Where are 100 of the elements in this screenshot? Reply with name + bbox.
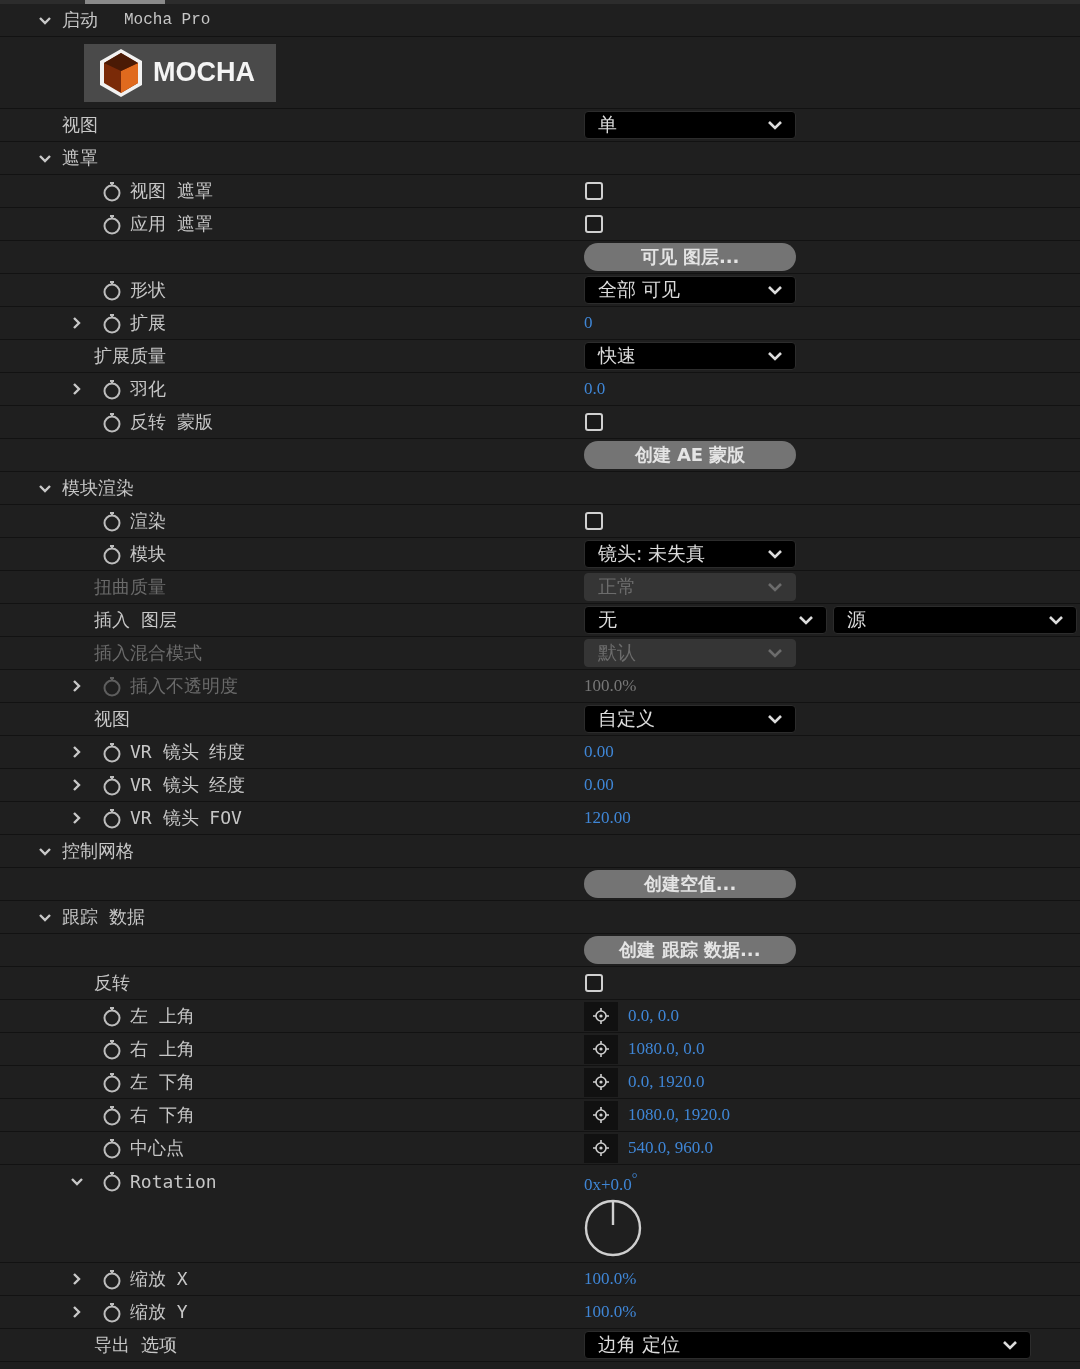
value-text[interactable]: 120.00 <box>584 808 631 828</box>
value-text[interactable]: 0.0, 1920.0 <box>628 1072 705 1092</box>
property-label: 插入 图层 <box>94 608 177 632</box>
crosshair-icon <box>592 1007 610 1025</box>
property-label: 形状 <box>130 278 166 302</box>
crosshair-button[interactable] <box>584 1100 618 1130</box>
stopwatch-icon[interactable] <box>101 807 123 829</box>
value-text[interactable]: 1080.0, 1920.0 <box>628 1105 730 1125</box>
caret-icon <box>767 285 783 295</box>
crosshair-button[interactable] <box>584 1067 618 1097</box>
checkbox[interactable] <box>585 215 603 233</box>
plugin-logo: MOCHA <box>84 43 276 102</box>
stopwatch-icon[interactable] <box>101 213 123 235</box>
action-button[interactable]: 可见 图层... <box>584 243 796 271</box>
stopwatch-icon[interactable] <box>101 312 123 334</box>
value-text: 100.0% <box>584 676 637 696</box>
property-label: 右 下角 <box>130 1103 195 1127</box>
dropdown[interactable]: 镜头: 未失真 <box>584 540 796 568</box>
value-text[interactable]: 1080.0, 0.0 <box>628 1039 705 1059</box>
property-label: 缩放 Y <box>130 1300 188 1324</box>
checkbox[interactable] <box>585 974 603 992</box>
property-label: 扩展 <box>130 311 166 335</box>
property-label: 控制网格 <box>62 839 134 863</box>
property-label: Rotation <box>130 1170 217 1192</box>
caret-icon <box>767 582 783 592</box>
crosshair-icon <box>592 1106 610 1124</box>
property-label: 左 下角 <box>130 1070 195 1094</box>
crosshair-icon <box>592 1139 610 1157</box>
effect-label: 启动 <box>62 8 98 32</box>
angle-dial[interactable] <box>584 1198 642 1257</box>
caret-icon <box>767 648 783 658</box>
property-label: VR 镜头 经度 <box>130 773 246 797</box>
plugin-name: Mocha Pro <box>124 11 211 29</box>
dropdown[interactable]: 边角 定位 <box>584 1331 1031 1359</box>
value-text[interactable]: 0.0, 0.0 <box>628 1006 679 1026</box>
stopwatch-icon[interactable] <box>101 378 123 400</box>
property-label: 羽化 <box>130 377 166 401</box>
property-label: 缩放 X <box>130 1267 188 1291</box>
action-button[interactable]: 创建 AE 蒙版 <box>584 441 796 469</box>
property-label: VR 镜头 纬度 <box>130 740 246 764</box>
stopwatch-icon[interactable] <box>101 1038 123 1060</box>
caret-icon <box>1048 615 1064 625</box>
property-label: 导出 选项 <box>94 1333 177 1357</box>
value-text[interactable]: 0.0 <box>584 379 606 399</box>
property-label: 扩展质量 <box>94 344 166 368</box>
dropdown[interactable]: 快速 <box>584 342 796 370</box>
property-label: 反转 <box>94 971 130 995</box>
property-label: 遮罩 <box>62 146 98 170</box>
dropdown[interactable]: 源 <box>833 606 1077 634</box>
stopwatch-icon[interactable] <box>101 1104 123 1126</box>
property-label: 跟踪 数据 <box>62 905 145 929</box>
value-text[interactable]: 100.0% <box>584 1302 637 1322</box>
crosshair-button[interactable] <box>584 1133 618 1163</box>
stopwatch-icon[interactable] <box>101 774 123 796</box>
stopwatch-icon[interactable] <box>101 1170 123 1192</box>
property-label: 应用 遮罩 <box>130 212 213 236</box>
value-text[interactable]: 100.0% <box>584 1269 637 1289</box>
caret-icon <box>798 615 814 625</box>
stopwatch-icon[interactable] <box>101 543 123 565</box>
value-text[interactable]: 0x+0.0$^{°}$ <box>584 1170 638 1195</box>
property-label: 插入混合模式 <box>94 641 202 665</box>
dropdown[interactable]: 自定义 <box>584 705 796 733</box>
property-label: 渲染 <box>130 509 166 533</box>
stopwatch-icon[interactable] <box>101 411 123 433</box>
crosshair-button[interactable] <box>584 1034 618 1064</box>
property-label: 中心点 <box>130 1136 184 1160</box>
checkbox[interactable] <box>585 182 603 200</box>
property-label: 模块渲染 <box>62 476 134 500</box>
dropdown[interactable]: 全部 可见 <box>584 276 796 304</box>
stopwatch-icon[interactable] <box>101 1268 123 1290</box>
property-label: VR 镜头 FOV <box>130 806 242 830</box>
stopwatch-icon[interactable] <box>101 1137 123 1159</box>
crosshair-button[interactable] <box>584 1001 618 1031</box>
stopwatch-icon[interactable] <box>101 1005 123 1027</box>
caret-icon <box>767 549 783 559</box>
stopwatch-icon[interactable] <box>101 510 123 532</box>
stopwatch-icon[interactable] <box>101 180 123 202</box>
checkbox[interactable] <box>585 512 603 530</box>
action-button[interactable]: 创建 跟踪 数据... <box>584 936 796 964</box>
action-button[interactable]: 创建空值... <box>584 870 796 898</box>
crosshair-icon <box>592 1073 610 1091</box>
property-label: 视图 <box>94 707 130 731</box>
value-text[interactable]: 540.0, 960.0 <box>628 1138 713 1158</box>
dropdown[interactable]: 单 <box>584 111 796 139</box>
caret-icon <box>767 351 783 361</box>
crosshair-icon <box>592 1040 610 1058</box>
stopwatch-icon[interactable] <box>101 1301 123 1323</box>
dropdown[interactable]: 无 <box>584 606 827 634</box>
value-text[interactable]: 0.00 <box>584 775 614 795</box>
property-label: 模块 <box>130 542 166 566</box>
stopwatch-icon[interactable] <box>101 279 123 301</box>
stopwatch-icon[interactable] <box>101 1071 123 1093</box>
value-text[interactable]: 0.00 <box>584 742 614 762</box>
stopwatch-icon[interactable] <box>101 741 123 763</box>
property-label: 视图 <box>62 113 98 137</box>
value-text[interactable]: 0 <box>584 313 593 333</box>
checkbox[interactable] <box>585 413 603 431</box>
caret-icon <box>1002 1340 1018 1350</box>
property-label: 插入不透明度 <box>130 674 238 698</box>
caret-icon <box>767 714 783 724</box>
